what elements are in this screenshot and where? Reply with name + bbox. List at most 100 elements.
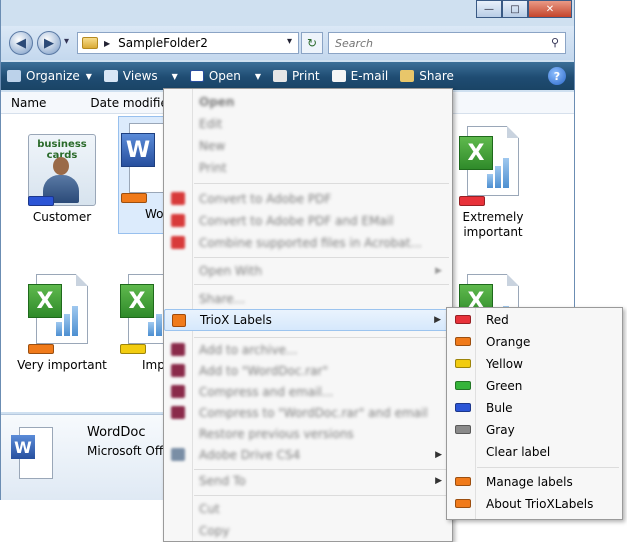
- winrar-icon: [171, 406, 185, 419]
- file-name: Imp: [142, 358, 164, 372]
- blue-swatch-icon: [455, 403, 471, 412]
- menu-separator: [194, 183, 449, 184]
- details-file-name: WordDoc: [87, 425, 146, 440]
- excel-icon: X: [459, 136, 493, 170]
- breadcrumb-arrow-icon[interactable]: ▶: [104, 39, 110, 48]
- label-item-yellow[interactable]: Yellow: [447, 353, 622, 375]
- chevron-down-icon: ▼: [171, 71, 178, 81]
- folder-icon: [82, 37, 98, 49]
- minimize-button[interactable]: —: [476, 0, 502, 18]
- column-name[interactable]: Name: [1, 96, 46, 110]
- menu-item-label: Add to archive...: [199, 343, 298, 357]
- menu-item-print[interactable]: Print: [164, 157, 452, 179]
- views-icon: [103, 70, 118, 82]
- label-item-green[interactable]: Green: [447, 375, 622, 397]
- file-item[interactable]: X Very important: [12, 268, 112, 373]
- menu-item-label: TrioX Labels: [200, 313, 272, 327]
- open-label: Open: [208, 69, 241, 83]
- address-path[interactable]: SampleFolder2: [118, 36, 208, 50]
- about-triox-item[interactable]: About TrioXLabels: [447, 493, 622, 515]
- drive-icon: [171, 448, 185, 461]
- label-item-gray[interactable]: Gray: [447, 419, 622, 441]
- chevron-down-icon: ▼: [254, 71, 262, 81]
- menu-item-cut[interactable]: Cut: [164, 498, 452, 520]
- menu-item-label: Print: [199, 161, 227, 175]
- help-icon: ?: [553, 69, 561, 83]
- chevron-down-icon: ▼: [85, 71, 92, 81]
- search-box[interactable]: ⚲: [328, 32, 566, 54]
- refresh-icon: ↻: [306, 36, 318, 50]
- menu-item-open[interactable]: Open: [164, 91, 452, 113]
- close-button[interactable]: ✕: [528, 0, 572, 18]
- menu-item-adobe-drive[interactable]: Adobe Drive CS4 ▶: [164, 444, 452, 466]
- menu-item-share[interactable]: Share...: [164, 288, 452, 310]
- file-item[interactable]: X Extremely important: [443, 120, 543, 240]
- menu-item-label: Compress and email...: [199, 385, 334, 399]
- label-icon: [455, 477, 471, 486]
- word-icon: [189, 70, 204, 82]
- menu-separator: [477, 467, 619, 468]
- forward-button[interactable]: ▶: [37, 31, 61, 55]
- address-bar[interactable]: ▶ SampleFolder2 ▾: [77, 32, 299, 54]
- gray-swatch-icon: [455, 425, 471, 434]
- help-button[interactable]: ?: [548, 67, 566, 85]
- menu-item-label: Compress to "WordDoc.rar" and email: [199, 406, 428, 420]
- menu-item-triox-labels[interactable]: TrioX Labels ▶: [164, 309, 452, 331]
- menu-item-send-to[interactable]: Send To ▶: [164, 470, 452, 492]
- open-button[interactable]: Open ▼: [184, 62, 267, 90]
- organize-button[interactable]: Organize ▼: [1, 62, 98, 90]
- menu-item-label: Convert to Adobe PDF and EMail: [199, 214, 394, 228]
- excel-icon: X: [28, 284, 62, 318]
- print-button[interactable]: Print: [267, 62, 326, 90]
- menu-item-copy[interactable]: Copy: [164, 520, 452, 542]
- address-row: ◀ ▶ ▾ ▶ SampleFolder2 ▾ ↻ ⚲: [1, 26, 574, 60]
- email-button[interactable]: E-mail: [326, 62, 395, 90]
- label-item-orange[interactable]: Orange: [447, 331, 622, 353]
- manage-labels-item[interactable]: Manage labels: [447, 471, 622, 493]
- winrar-icon: [171, 343, 185, 356]
- back-button[interactable]: ◀: [9, 31, 33, 55]
- pdf-icon: [171, 236, 185, 249]
- label-item-text: About TrioXLabels: [486, 497, 594, 511]
- menu-item-new[interactable]: New: [164, 135, 452, 157]
- label-icon: [172, 314, 186, 327]
- column-date-modified[interactable]: Date modified: [46, 96, 175, 110]
- search-icon[interactable]: ⚲: [551, 36, 559, 49]
- recent-pages-dropdown-icon[interactable]: ▾: [64, 36, 69, 47]
- views-button[interactable]: Views ▼: [98, 62, 184, 90]
- label-tag-icon: [121, 193, 147, 203]
- label-item-blue[interactable]: Bule: [447, 397, 622, 419]
- winrar-icon: [171, 385, 185, 398]
- menu-item-label: Cut: [199, 502, 220, 516]
- menu-item-label: Add to "WordDoc.rar": [199, 364, 329, 378]
- email-label: E-mail: [350, 69, 389, 83]
- label-item-text: Clear label: [486, 445, 551, 459]
- label-item-clear[interactable]: Clear label: [447, 441, 622, 463]
- menu-item-edit[interactable]: Edit: [164, 113, 452, 135]
- red-swatch-icon: [455, 315, 471, 324]
- menu-item-compress-email[interactable]: Compress and email...: [164, 381, 452, 403]
- share-button[interactable]: Share: [394, 62, 460, 90]
- menu-item-open-with[interactable]: Open With ▶: [164, 260, 452, 282]
- back-arrow-icon: ◀: [16, 35, 26, 51]
- yellow-swatch-icon: [455, 359, 471, 368]
- views-label: Views: [122, 69, 158, 83]
- menu-item-restore-versions[interactable]: Restore previous versions: [164, 423, 452, 445]
- menu-item-convert-pdf-email[interactable]: Convert to Adobe PDF and EMail: [164, 210, 452, 232]
- menu-item-add-archive[interactable]: Add to archive...: [164, 339, 452, 361]
- menu-item-convert-pdf[interactable]: Convert to Adobe PDF: [164, 188, 452, 210]
- pdf-icon: [171, 192, 185, 205]
- command-bar: Organize ▼ Views ▼ Open ▼ Print E-mail S…: [1, 62, 574, 90]
- maximize-button[interactable]: □: [502, 0, 528, 18]
- refresh-button[interactable]: ↻: [301, 32, 323, 54]
- address-dropdown-icon[interactable]: ▾: [287, 36, 292, 47]
- file-item[interactable]: business cards Customer: [12, 120, 112, 225]
- menu-item-combine-acrobat[interactable]: Combine supported files in Acrobat...: [164, 232, 452, 254]
- label-tag-icon: [459, 196, 485, 206]
- winrar-icon: [171, 364, 185, 377]
- menu-item-compress-rar-email[interactable]: Compress to "WordDoc.rar" and email: [164, 402, 452, 424]
- search-input[interactable]: [335, 36, 545, 50]
- menu-item-add-rar[interactable]: Add to "WordDoc.rar": [164, 360, 452, 382]
- label-item-red[interactable]: Red: [447, 309, 622, 331]
- file-item[interactable]: X Imp: [118, 268, 164, 373]
